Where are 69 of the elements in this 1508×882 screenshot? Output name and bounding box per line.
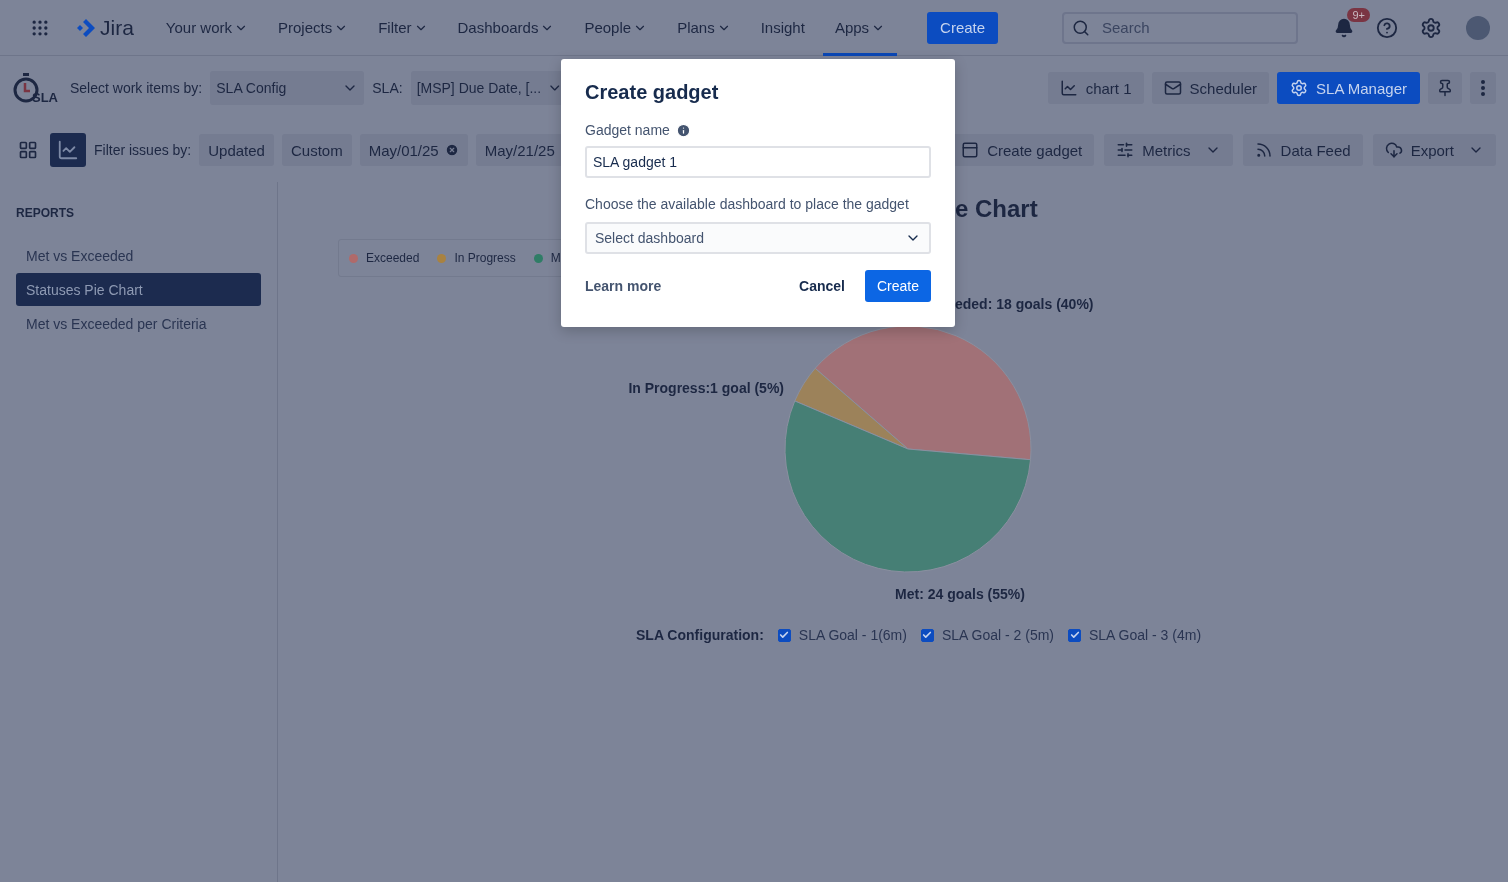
nav-item[interactable]: Filter — [366, 0, 440, 56]
legend-label: M — [550, 251, 561, 265]
logo-icon — [76, 17, 96, 38]
info-icon — [675, 122, 691, 138]
cancel-button[interactable]: Cancel — [787, 270, 857, 302]
nav-item[interactable]: Plans — [665, 0, 743, 56]
more-button[interactable] — [1470, 72, 1496, 104]
create-button[interactable]: Create — [927, 11, 999, 44]
remove-icon[interactable] — [444, 143, 459, 157]
chart-title: e Chart — [955, 195, 1039, 224]
field-label: Choose the available dashboard to place the gadget — [585, 196, 909, 212]
chart-view-button[interactable] — [50, 133, 86, 167]
filter-chip[interactable]: Custom — [281, 134, 352, 166]
slice-label: Met: 24 goals (55%) — [895, 586, 1025, 602]
search-field[interactable]: Search — [1062, 11, 1298, 44]
feed-icon — [1254, 141, 1273, 159]
nav-item[interactable]: Your work — [153, 0, 260, 56]
envelope-icon — [1163, 79, 1182, 97]
gadget-name-field[interactable]: SLA gadget 1 — [585, 146, 931, 178]
more-icon — [1481, 80, 1485, 96]
legend-label: In Progress — [454, 251, 516, 265]
config-select[interactable]: SLA Config — [210, 71, 365, 105]
dashboard-select[interactable]: Select dashboard — [585, 222, 931, 254]
line-chart-icon — [1059, 79, 1078, 97]
nav-item[interactable]: Apps — [822, 0, 898, 56]
cloud-download-icon — [1384, 141, 1403, 159]
dialog-title: Create gadget — [585, 81, 720, 104]
search-input[interactable]: Search — [1100, 18, 1270, 37]
sliders-icon — [1116, 141, 1135, 159]
sla-manager-button[interactable]: SLA Manager — [1277, 72, 1420, 104]
panel-icon — [961, 141, 980, 159]
learn-more-link[interactable]: Learn more — [585, 278, 662, 294]
filter-label: Filter issues by: — [94, 142, 192, 158]
chart-button[interactable]: chart 1 — [1047, 72, 1144, 104]
nav-item[interactable]: Dashboards — [445, 0, 567, 56]
section-heading: REPORTS — [16, 206, 75, 220]
notification-badge: 9+ — [1347, 7, 1370, 22]
report-link[interactable]: Met vs Exceeded per Criteria — [16, 307, 261, 340]
filter-chip[interactable]: Updated — [199, 134, 274, 166]
search-icon — [1072, 18, 1090, 37]
create-button[interactable]: Create — [864, 270, 931, 302]
goal-checkbox[interactable] — [777, 628, 791, 642]
goal-label: SLA Goal - 1(6m) — [798, 627, 907, 643]
toolbar-button[interactable]: Metrics — [1104, 134, 1233, 166]
toolbar-button[interactable]: Export — [1372, 134, 1496, 166]
gear-icon — [1290, 79, 1309, 97]
nav-item[interactable]: Insight — [748, 0, 817, 56]
goal-checkbox[interactable] — [1068, 628, 1081, 642]
pin-button[interactable] — [1428, 72, 1462, 104]
goal-checkbox[interactable] — [920, 628, 934, 642]
report-link[interactable]: Statuses Pie Chart — [16, 273, 261, 306]
scheduler-button[interactable]: Scheduler — [1151, 72, 1270, 104]
slice-label: eded: 18 goals (40%) — [955, 296, 1094, 312]
pin-icon — [1436, 79, 1454, 97]
goal-label: SLA Goal - 3 (4m) — [1089, 627, 1202, 643]
toolbar-button[interactable]: Data Feed — [1242, 134, 1363, 166]
sla-label: SLA: — [372, 80, 403, 96]
report-link[interactable]: Met vs Exceeded — [16, 239, 261, 272]
filter-chip[interactable]: May/01/25 — [359, 134, 468, 166]
nav-item[interactable]: People — [572, 0, 660, 56]
product-name: Jira — [100, 15, 134, 40]
field-label: Gadget name — [585, 122, 670, 138]
goal-label: SLA Goal - 2 (5m) — [941, 627, 1054, 643]
line-chart-icon — [57, 139, 79, 161]
nav-item[interactable]: Projects — [266, 0, 361, 56]
select-label: Select work items by: — [70, 80, 203, 96]
slice-label: In Progress:1 goal (5%) — [628, 380, 784, 396]
config-label: SLA Configuration: — [636, 627, 764, 643]
legend-label: Exceeded — [366, 251, 420, 265]
